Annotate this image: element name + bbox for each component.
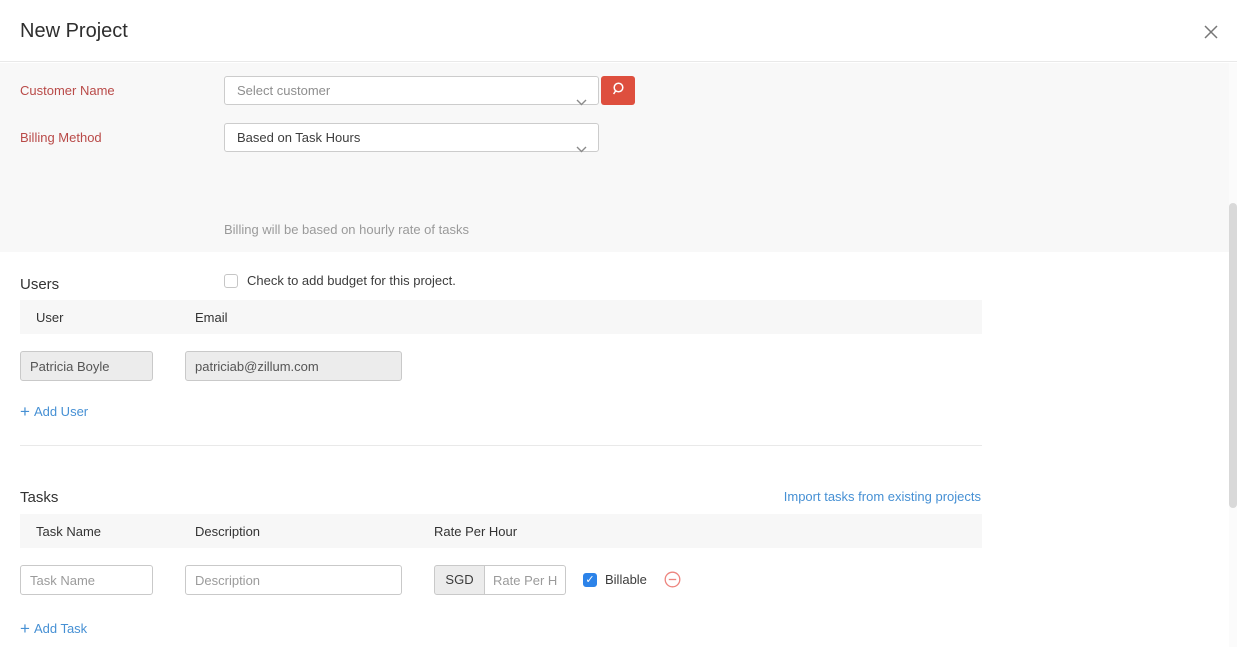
plus-icon: + — [20, 405, 30, 419]
add-user-label: Add User — [34, 404, 88, 419]
user-name-field — [20, 351, 153, 381]
billable-label: Billable — [605, 572, 647, 587]
customer-name-label: Customer Name — [20, 83, 115, 98]
budget-checkbox-label: Check to add budget for this project. — [247, 273, 456, 288]
tasks-col-rate: Rate Per Hour — [434, 524, 517, 539]
budget-checkbox-row: Check to add budget for this project. — [224, 273, 456, 288]
budget-checkbox[interactable] — [224, 274, 238, 288]
add-task-button[interactable]: + Add Task — [20, 621, 87, 636]
customer-select[interactable]: Select customer — [224, 76, 599, 105]
billable-checkbox-row: ✓ Billable — [583, 572, 647, 587]
task-name-input[interactable] — [20, 565, 153, 595]
rate-per-hour-group: SGD — [434, 565, 566, 595]
tasks-table-header: Task Name Description Rate Per Hour — [20, 514, 982, 548]
billing-method-value: Based on Task Hours — [237, 130, 360, 145]
chevron-down-icon — [576, 135, 587, 162]
import-tasks-link[interactable]: Import tasks from existing projects — [784, 489, 981, 504]
billable-checkbox[interactable]: ✓ — [583, 573, 597, 587]
users-col-user: User — [36, 310, 63, 325]
tasks-col-name: Task Name — [36, 524, 101, 539]
close-icon[interactable] — [1202, 23, 1220, 41]
tasks-heading: Tasks — [20, 489, 58, 506]
users-table-header: User Email — [20, 300, 982, 334]
tasks-col-description: Description — [195, 524, 260, 539]
page-title: New Project — [20, 20, 128, 43]
users-col-email: Email — [195, 310, 228, 325]
task-description-input[interactable] — [185, 565, 402, 595]
billing-helper-text: Billing will be based on hourly rate of … — [224, 222, 469, 237]
scrollbar-track — [1229, 63, 1237, 647]
search-icon — [610, 81, 626, 100]
billing-method-label: Billing Method — [20, 130, 102, 145]
chevron-down-icon — [576, 88, 587, 115]
add-user-button[interactable]: + Add User — [20, 404, 88, 419]
modal-header: New Project — [0, 0, 1237, 62]
new-project-modal: New Project Customer Name Select custome… — [0, 0, 1237, 647]
customer-select-value: Select customer — [237, 83, 330, 98]
plus-icon: + — [20, 622, 30, 636]
section-divider — [20, 445, 982, 446]
billing-method-select[interactable]: Based on Task Hours — [224, 123, 599, 152]
currency-prefix: SGD — [434, 565, 485, 595]
project-form-section: Customer Name Select customer Billing Me… — [0, 63, 1229, 252]
add-task-label: Add Task — [34, 621, 87, 636]
user-email-field — [185, 351, 402, 381]
rate-per-hour-input[interactable] — [485, 565, 566, 595]
customer-search-button[interactable] — [601, 76, 635, 105]
users-heading: Users — [20, 276, 59, 293]
scrollbar-thumb[interactable] — [1229, 203, 1237, 508]
remove-task-icon[interactable] — [664, 571, 681, 588]
